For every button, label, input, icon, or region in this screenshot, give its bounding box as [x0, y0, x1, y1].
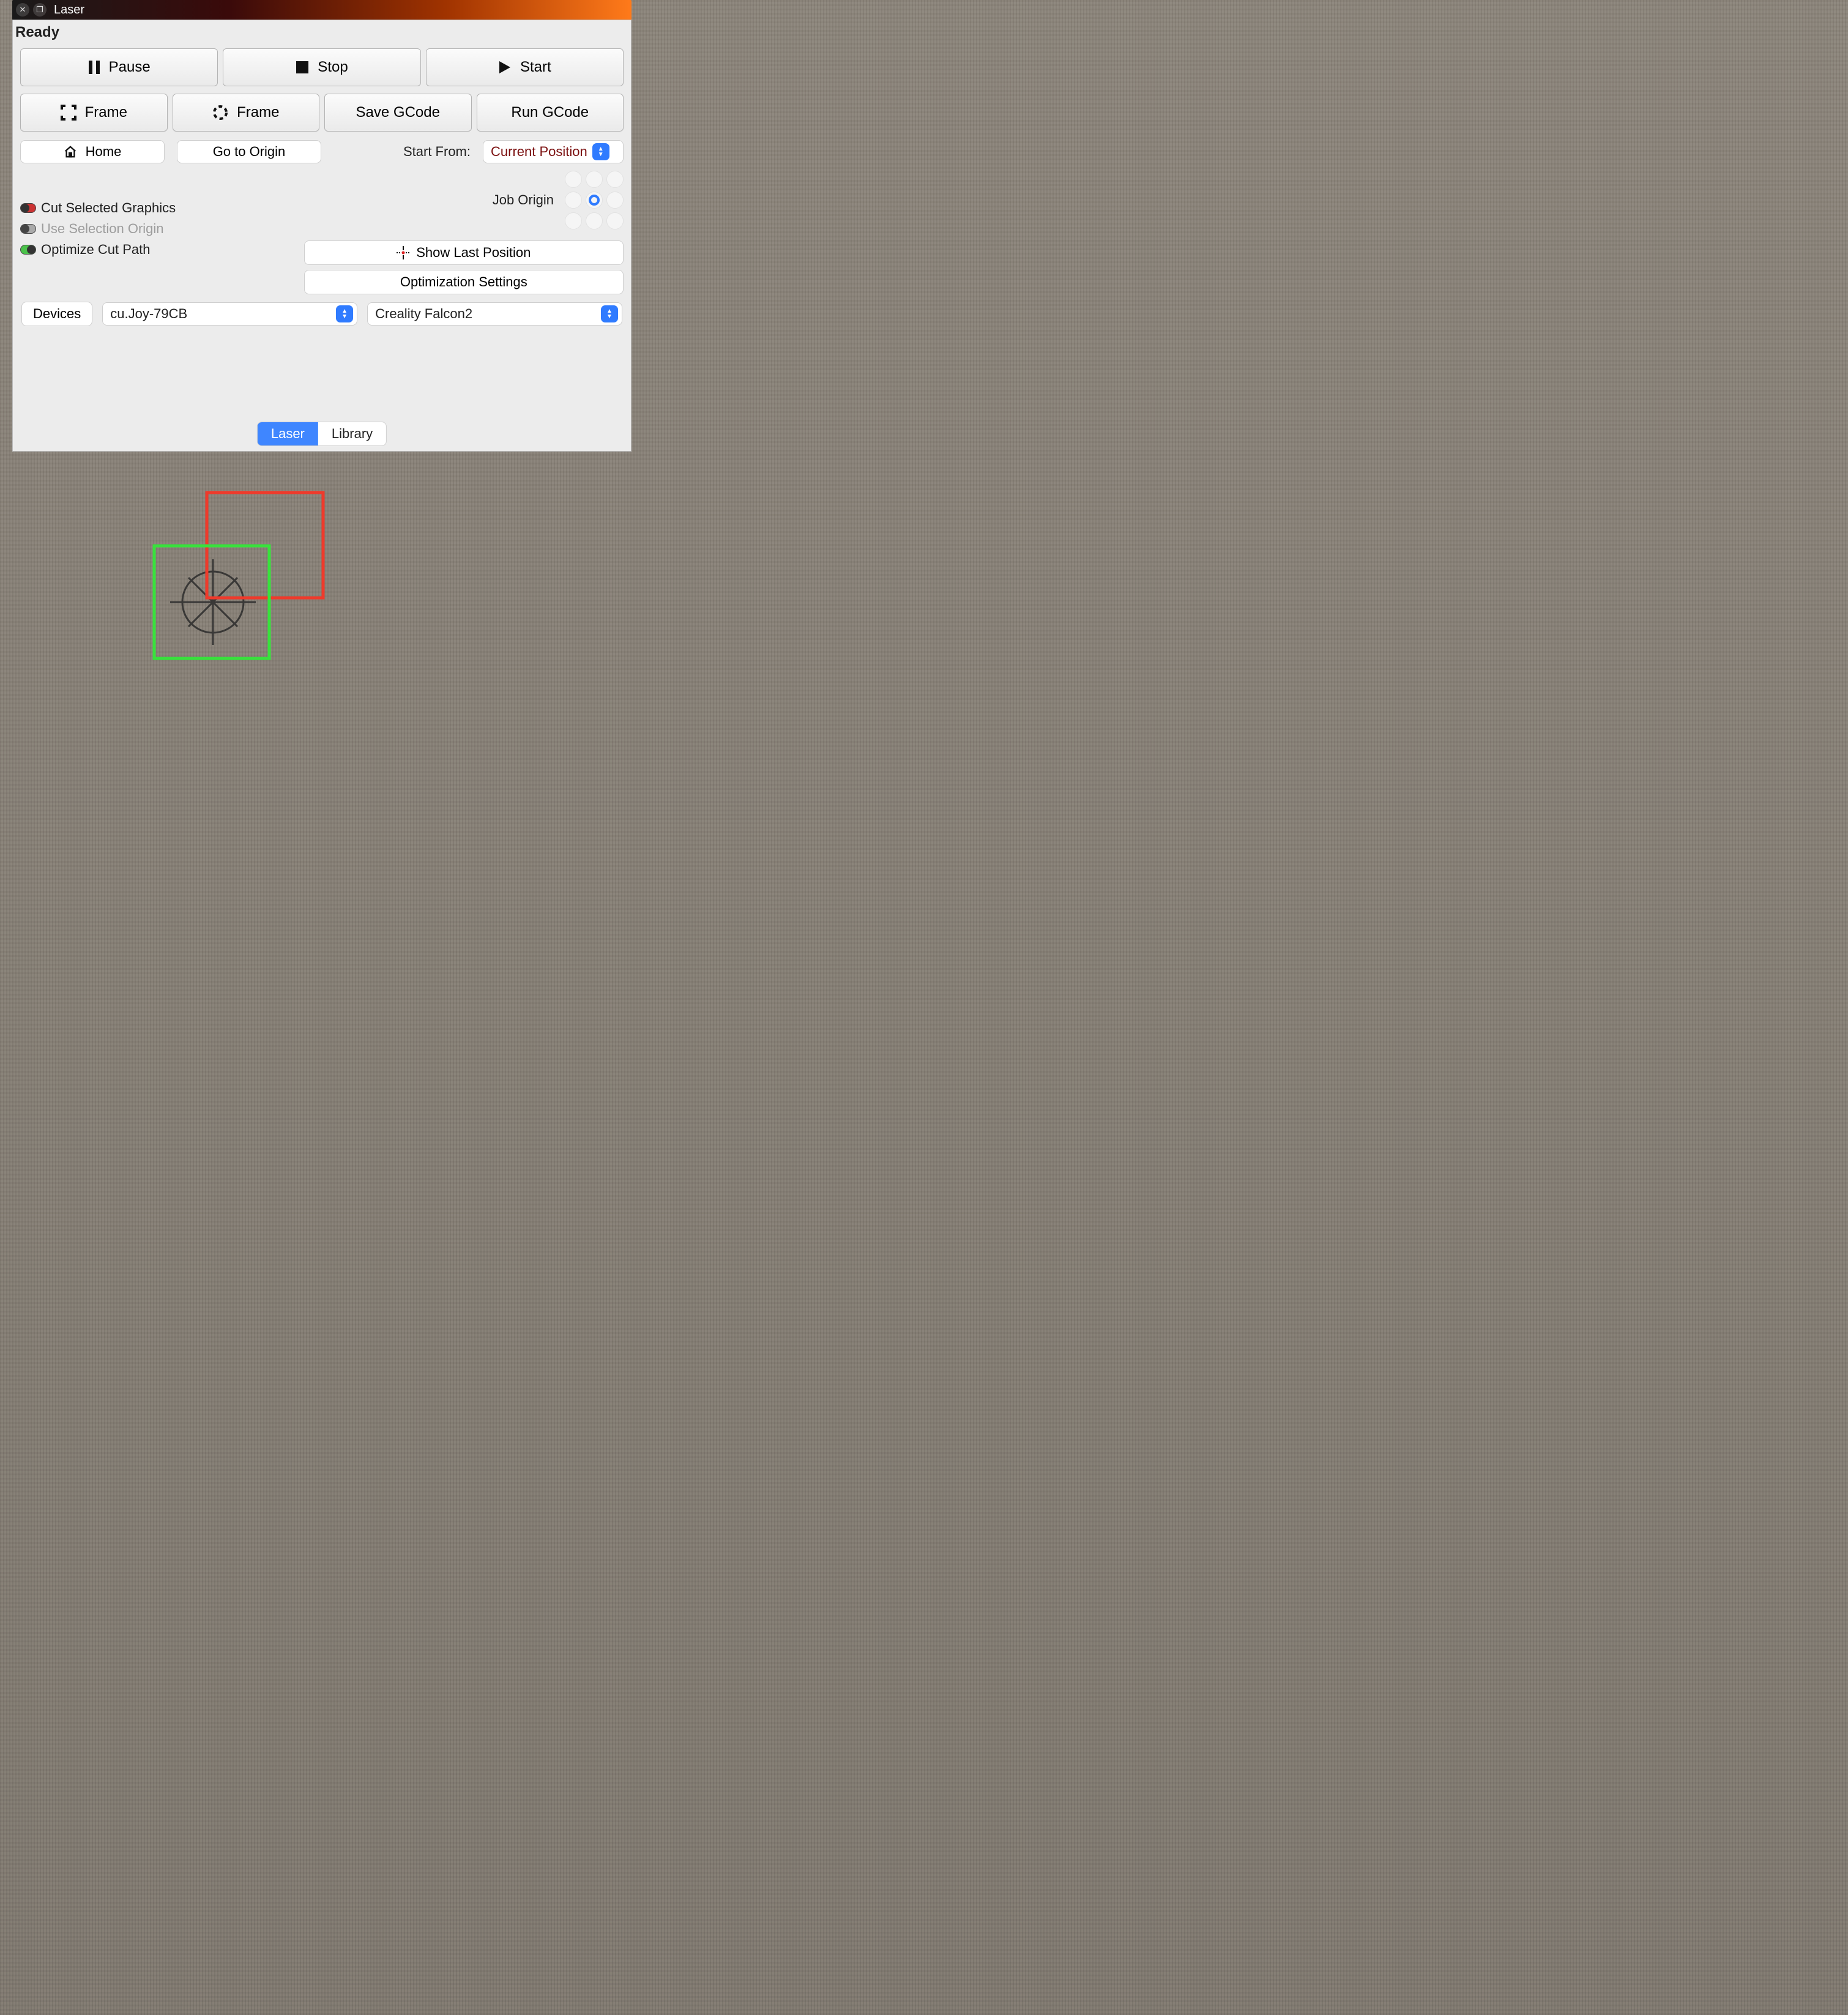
- job-origin-8[interactable]: [606, 212, 624, 229]
- window-title: Laser: [54, 3, 84, 17]
- run-gcode-button[interactable]: Run GCode: [477, 94, 624, 132]
- maximize-icon[interactable]: ❐: [33, 3, 47, 17]
- job-origin-6[interactable]: [565, 212, 582, 229]
- optimization-settings-label: Optimization Settings: [400, 274, 527, 290]
- title-bar: ✕ ❐ Laser: [12, 0, 632, 20]
- go-to-origin-button[interactable]: Go to Origin: [177, 140, 321, 163]
- tab-library[interactable]: Library: [318, 422, 386, 445]
- save-gcode-label: Save GCode: [356, 104, 440, 121]
- job-origin-grid: [565, 171, 624, 229]
- tab-laser[interactable]: Laser: [258, 422, 318, 445]
- toggle-optimize-cut-path[interactable]: Optimize Cut Path: [20, 242, 298, 258]
- job-origin-2[interactable]: [606, 171, 624, 188]
- job-origin-1[interactable]: [586, 171, 603, 188]
- device-select[interactable]: Creality Falcon2 ▲▼: [367, 302, 622, 326]
- toggle-icon: [20, 224, 36, 234]
- chevron-updown-icon: ▲▼: [601, 305, 618, 322]
- frame-rect-button[interactable]: Frame: [20, 94, 168, 132]
- pause-button[interactable]: Pause: [20, 48, 218, 86]
- crosshair-icon: [397, 246, 410, 259]
- toggle-cut-selected[interactable]: Cut Selected Graphics: [20, 200, 298, 216]
- start-from-label: Start From:: [403, 144, 471, 160]
- port-value: cu.Joy-79CB: [110, 306, 187, 322]
- start-button[interactable]: Start: [426, 48, 624, 86]
- frame-circle-button[interactable]: Frame: [173, 94, 320, 132]
- run-gcode-label: Run GCode: [511, 104, 589, 121]
- stop-label: Stop: [318, 59, 348, 76]
- stop-button[interactable]: Stop: [223, 48, 420, 86]
- home-icon: [64, 145, 77, 158]
- devices-label: Devices: [33, 306, 81, 322]
- toggle-label: Use Selection Origin: [41, 221, 164, 237]
- frame-circle-label: Frame: [237, 104, 279, 121]
- device-value: Creality Falcon2: [375, 306, 472, 322]
- job-origin-4[interactable]: [586, 192, 603, 209]
- toggle-label: Cut Selected Graphics: [41, 200, 176, 216]
- job-origin-label: Job Origin: [304, 192, 554, 208]
- job-origin-3[interactable]: [565, 192, 582, 209]
- status-label: Ready: [13, 20, 631, 42]
- chevron-updown-icon: ▲▼: [336, 305, 353, 322]
- optimization-settings-button[interactable]: Optimization Settings: [304, 270, 624, 294]
- play-icon: [498, 60, 512, 75]
- devices-button[interactable]: Devices: [21, 302, 92, 326]
- toggle-icon: [20, 245, 36, 255]
- home-label: Home: [86, 144, 122, 160]
- frame-rect-icon: [61, 105, 76, 121]
- close-icon[interactable]: ✕: [16, 3, 29, 17]
- save-gcode-button[interactable]: Save GCode: [324, 94, 472, 132]
- frame-rect-label: Frame: [85, 104, 127, 121]
- job-origin-7[interactable]: [586, 212, 603, 229]
- start-label: Start: [520, 59, 551, 76]
- go-to-origin-label: Go to Origin: [213, 144, 286, 160]
- toggle-use-selection-origin: Use Selection Origin: [20, 221, 298, 237]
- start-from-value: Current Position: [491, 144, 587, 160]
- chevron-updown-icon: ▲▼: [592, 143, 609, 160]
- show-last-position-label: Show Last Position: [416, 245, 531, 261]
- pause-label: Pause: [109, 59, 151, 76]
- start-from-select[interactable]: Current Position ▲▼: [483, 140, 624, 163]
- toggle-label: Optimize Cut Path: [41, 242, 151, 258]
- port-select[interactable]: cu.Joy-79CB ▲▼: [102, 302, 357, 326]
- frame-circle-icon: [212, 105, 228, 121]
- show-last-position-button[interactable]: Show Last Position: [304, 240, 624, 265]
- pause-icon: [88, 60, 100, 75]
- home-button[interactable]: Home: [20, 140, 165, 163]
- job-origin-0[interactable]: [565, 171, 582, 188]
- toggle-icon: [20, 203, 36, 213]
- stop-icon: [296, 61, 309, 74]
- bottom-tabs: Laser Library: [257, 422, 387, 446]
- job-origin-5[interactable]: [606, 192, 624, 209]
- laser-panel: Ready Pause Stop Start: [12, 20, 632, 452]
